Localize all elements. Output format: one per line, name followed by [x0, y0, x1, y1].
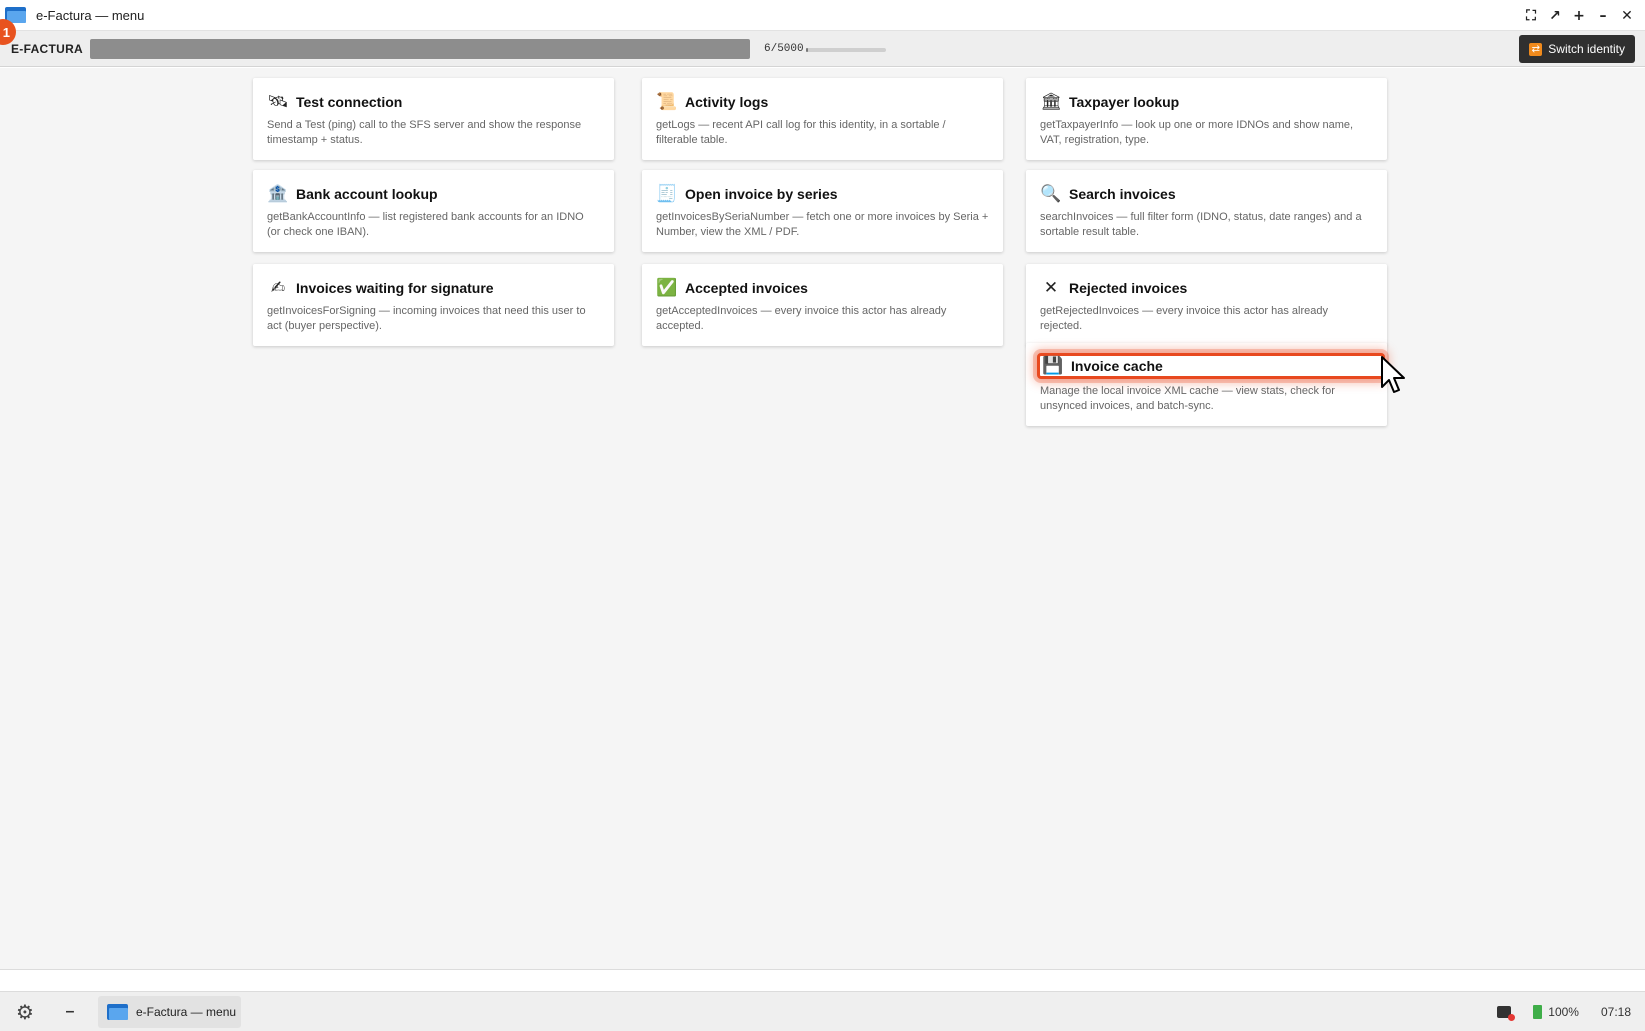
taskbar-item-label: e-Factura — menu — [136, 1005, 237, 1019]
card-title: Search invoices — [1069, 186, 1176, 202]
gear-icon[interactable]: ⚙ — [14, 1000, 36, 1024]
card-bank-account-lookup[interactable]: 🏦 Bank account lookup getBankAccountInfo … — [253, 170, 614, 252]
card-title: Accepted invoices — [685, 280, 808, 296]
battery-icon — [1533, 1005, 1543, 1019]
bank-building-icon: 🏦 — [267, 184, 289, 204]
battery-level: 100% — [1548, 1005, 1579, 1019]
satellite-icon: 🛰 — [267, 92, 289, 112]
check-mark-icon: ✅ — [656, 278, 678, 298]
card-description: getLogs — recent API call log for this i… — [656, 119, 946, 146]
restore-icon[interactable]: ↗ — [1543, 4, 1567, 28]
bank-icon: 🏛 — [1040, 92, 1062, 112]
card-title: Rejected invoices — [1069, 280, 1188, 296]
card-taxpayer-lookup[interactable]: 🏛 Taxpayer lookup getTaxpayerInfo — look … — [1026, 78, 1387, 160]
usage-progress-bar — [806, 48, 886, 52]
window-controls: ⛶ ↗ + – ✕ — [1519, 0, 1639, 31]
window-titlebar: e-Factura — menu ⛶ ↗ + – ✕ — [0, 0, 1645, 31]
card-description: getInvoicesBySeriaNumber — fetch one or … — [656, 211, 989, 238]
network-disconnected-icon[interactable] — [1497, 1006, 1516, 1021]
fullscreen-icon[interactable]: ⛶ — [1519, 4, 1543, 28]
cross-mark-icon: ✕ — [1043, 278, 1059, 298]
magnifier-icon: 🔍 — [1040, 184, 1062, 204]
card-description: Send a Test (ping) call to the SFS serve… — [267, 119, 582, 146]
card-description: getRejectedInvoices — every invoice this… — [1040, 305, 1328, 332]
taskbar: ⚙ – e-Factura — menu 100% 07:18 — [0, 991, 1645, 1031]
receipt-icon: 🧾 — [656, 184, 678, 204]
switch-arrows-icon: ⇄ — [1529, 42, 1543, 56]
usage-progress-fill — [806, 48, 809, 52]
usage-counter: 6/5000 — [764, 43, 804, 55]
card-title: Test connection — [296, 94, 403, 110]
identity-field[interactable] — [90, 39, 750, 59]
minimize-icon[interactable]: – — [1591, 4, 1615, 28]
card-description: getBankAccountInfo — list registered ban… — [267, 211, 584, 238]
brand-label: E-FACTURA — [11, 42, 84, 56]
card-search-invoices[interactable]: 🔍 Search invoices searchInvoices — full f… — [1026, 170, 1387, 252]
floppy-disk-icon: 💾 — [1042, 356, 1064, 376]
card-title: Bank account lookup — [296, 186, 438, 202]
switch-identity-label: Switch identity — [1548, 42, 1625, 56]
taskbar-item-efactura[interactable]: e-Factura — menu — [98, 996, 241, 1028]
card-description: getAcceptedInvoices — every invoice this… — [656, 305, 947, 332]
card-description: searchInvoices — full filter form (IDNO,… — [1040, 211, 1362, 238]
card-invoice-cache[interactable]: 💾 Invoice cache Manage the local invoice … — [1026, 343, 1387, 426]
app-toolbar: E-FACTURA 6/5000 ⇄ Switch identity — [0, 31, 1645, 67]
clock[interactable]: 07:18 — [1601, 1005, 1631, 1019]
card-title: Invoices waiting for signature — [296, 280, 494, 296]
writing-hand-icon: ✍ — [270, 278, 286, 298]
show-desktop-icon[interactable]: – — [60, 1001, 80, 1023]
card-description: Manage the local invoice XML cache — vie… — [1040, 385, 1335, 412]
card-activity-logs[interactable]: 📜 Activity logs getLogs — recent API call… — [642, 78, 1003, 160]
menu-area: 🛰 Test connection Send a Test (ping) call… — [0, 68, 1645, 970]
mouse-cursor-icon — [1381, 356, 1405, 393]
folder-app-icon — [107, 1004, 128, 1020]
window-title: e-Factura — menu — [36, 7, 145, 23]
card-description: getInvoicesForSigning — incoming invoice… — [267, 305, 586, 332]
card-rejected-invoices[interactable]: ✕ Rejected invoices getRejectedInvoices —… — [1026, 264, 1387, 346]
card-open-invoice-by-series[interactable]: 🧾 Open invoice by series getInvoicesBySer… — [642, 170, 1003, 252]
card-description: getTaxpayerInfo — look up one or more ID… — [1040, 119, 1354, 146]
card-title: Activity logs — [685, 94, 769, 110]
scroll-icon: 📜 — [656, 92, 678, 112]
card-title: Invoice cache — [1071, 358, 1163, 374]
close-icon[interactable]: ✕ — [1615, 4, 1639, 28]
card-invoices-waiting-for-signature[interactable]: ✍ Invoices waiting for signature getInvoi… — [253, 264, 614, 346]
system-tray: 100% 07:18 — [1497, 992, 1631, 1031]
switch-identity-button[interactable]: ⇄ Switch identity — [1519, 35, 1635, 63]
card-title: Taxpayer lookup — [1069, 94, 1180, 110]
maximize-icon[interactable]: + — [1567, 4, 1591, 28]
card-test-connection[interactable]: 🛰 Test connection Send a Test (ping) call… — [253, 78, 614, 160]
battery-indicator[interactable]: 100% — [1533, 1005, 1579, 1019]
card-title: Open invoice by series — [685, 186, 838, 202]
card-accepted-invoices[interactable]: ✅ Accepted invoices getAcceptedInvoices —… — [642, 264, 1003, 346]
